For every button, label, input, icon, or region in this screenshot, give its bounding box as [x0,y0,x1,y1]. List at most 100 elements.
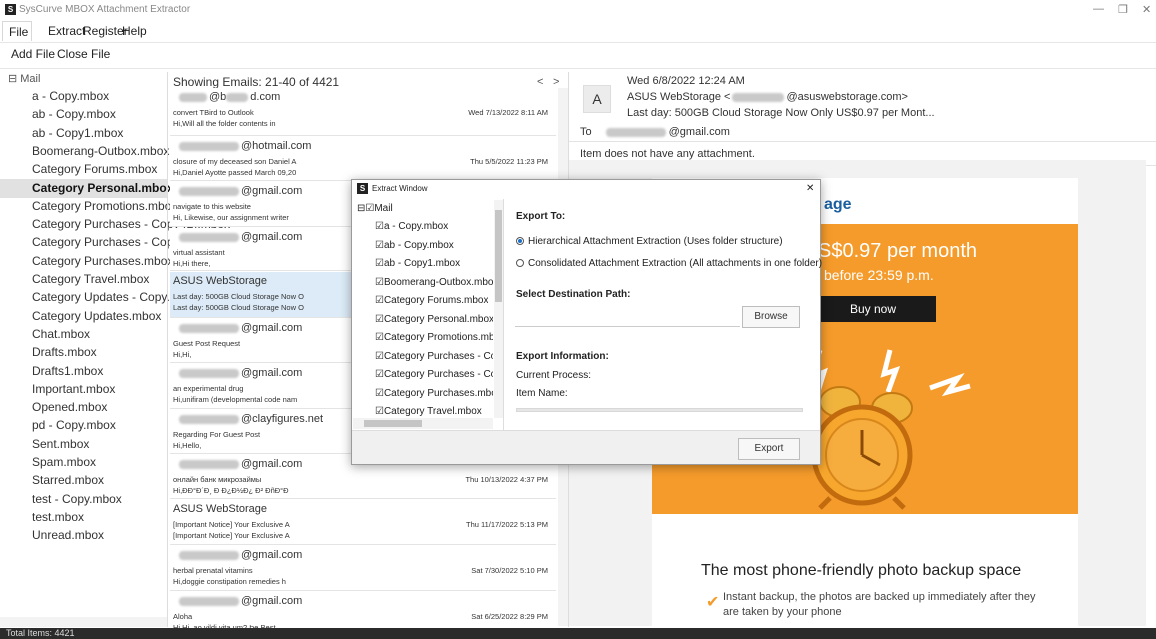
option-consolidated[interactable]: Consolidated Attachment Extraction (All … [516,258,822,269]
redacted-text [179,141,239,151]
close-file-button[interactable]: Close File [57,47,110,61]
email-preview: Hi,ÐÐ°Ð´Ð¸ Ð Ð¿Ð½Ð¿ Ð² ÐñÐ°Ð [173,486,289,495]
tree-item[interactable]: test.mbox [32,510,84,524]
email-subject: онлайн банк микрозаймы [173,475,262,484]
tree-item[interactable]: Drafts.mbox [32,345,97,359]
option-hierarchical[interactable]: Hierarchical Attachment Extraction (Uses… [516,236,783,247]
email-sender: @hotmail.com [173,140,311,152]
email-preview: Last day: 500GB Cloud Storage Now O [173,303,304,312]
menu-help[interactable]: Help [118,22,151,40]
dialog-tree-hscroll-thumb[interactable] [364,420,422,427]
buy-now-button[interactable]: Buy now [810,296,936,322]
destination-path-input[interactable] [515,326,740,327]
export-button[interactable]: Export [738,438,800,460]
menu-file[interactable]: File [5,23,32,41]
email-date: Sat 7/30/2022 5:10 PM [471,566,548,575]
email-row[interactable]: ASUS WebStorage [Important Notice] Your E… [170,500,556,545]
email-sender: @gmail.com [173,185,302,197]
email-preview: Hi, Likewise, our assignment writer [173,213,289,222]
radio-consolidated[interactable] [516,259,524,267]
email-row[interactable]: @gmail.com herbal prenatal vitamins Hi,dog… [170,546,556,591]
tree-item[interactable]: Chat.mbox [32,327,90,341]
tree-item[interactable]: Category Updates.mbox [32,309,161,323]
tree-item[interactable]: Category Forums.mbox [32,162,157,176]
redacted-text [179,92,207,102]
dialog-tree-item[interactable]: ☑ab - Copy1.mbox [375,258,460,269]
tree-item[interactable]: Sent.mbox [32,437,89,451]
tree-item[interactable]: Opened.mbox [32,400,107,414]
export-progress-bar [516,408,803,412]
next-page-button[interactable]: > [553,76,559,88]
option-hierarchical-label: Hierarchical Attachment Extraction (Uses… [528,236,783,247]
splitter-left[interactable] [167,72,168,627]
close-window-button[interactable]: ✕ [1142,3,1151,16]
sender-domain: @gmail.com [241,185,303,197]
tree-item[interactable]: Important.mbox [32,382,115,396]
email-preview: Hi,doggie constipation remedies h [173,577,286,586]
tree-item[interactable]: a - Copy.mbox [32,89,109,103]
dialog-tree-item[interactable]: ☑Category Purchases.mbox [375,388,493,399]
sender-name: ASUS WebStorage [173,503,267,515]
checkmark-icon: ✔ [706,594,720,611]
email-subject: Regarding For Guest Post [173,430,261,439]
tree-item[interactable]: pd - Copy.mbox [32,418,116,432]
sender-avatar: A [583,85,611,113]
email-date: Sat 6/25/2022 8:29 PM [471,612,548,621]
tree-item[interactable]: Boomerang-Outbox.mbox [32,144,169,158]
restore-button[interactable]: ❐ [1118,3,1128,16]
dialog-tree-item[interactable]: ☑a - Copy.mbox [375,221,448,232]
dialog-tree-item[interactable]: ☑Category Purchases - Copy [375,351,493,362]
tree-item[interactable]: Category Purchases.mbox [32,254,173,268]
tree-item[interactable]: Unread.mbox [32,528,104,542]
dialog-tree-item[interactable]: ☑Boomerang-Outbox.mbox [375,277,493,288]
sender-name: ASUS WebStorage [173,275,267,287]
dialog-tree-item[interactable]: ☑Category Promotions.mbox [375,332,493,343]
option-consolidated-label: Consolidated Attachment Extraction (All … [528,258,823,269]
tree-item[interactable]: Category Personal.mbox [0,178,173,198]
add-file-button[interactable]: Add File [11,47,55,61]
minimize-button[interactable]: — [1093,3,1104,15]
tree-item[interactable]: Spam.mbox [32,455,96,469]
tree-item[interactable]: Starred.mbox [32,473,104,487]
to-label: To [580,126,592,138]
dialog-tree-item[interactable]: ☑ab - Copy.mbox [375,240,454,251]
email-row[interactable]: @gmail.comAlohaHi,Hi ,ao vildi vita um? … [170,592,556,632]
email-row[interactable]: @hotmail.com closure of my deceased son D… [170,137,556,181]
email-preview: Hi,unifiram (developmental code nam [173,395,298,404]
redacted-text [226,92,249,102]
tree-item[interactable]: ab - Copy1.mbox [32,126,123,140]
radio-hierarchical[interactable] [516,237,524,245]
dialog-tree-item[interactable]: ☑Category Travel.mbox [375,406,482,417]
dialog-tree-item[interactable]: ☑Category Purchases - Copy. [375,369,493,380]
dialog-tree-item[interactable]: ☑Category Forums.mbox [375,295,488,306]
redacted-text [732,92,785,102]
from-domain: @asuswebstorage.com> [786,91,908,103]
email-preview: Hi,Daniel Ayotte passed March 09,20 [173,168,297,177]
email-preview: Hi,Hi, [173,350,192,359]
prev-page-button[interactable]: < [537,76,543,88]
dialog-tree-root[interactable]: ⊟☑Mail [357,203,393,214]
sender-domain: @gmail.com [241,458,303,470]
from-name: ASUS WebStorage < [627,91,731,103]
tree-item[interactable]: Drafts1.mbox [32,364,103,378]
sender-domain: @clayfigures.net [241,413,324,425]
redacted-text [179,368,239,378]
email-sender: @b d.com [173,91,280,103]
dialog-close-button[interactable]: ✕ [806,183,814,194]
promo-price: S$0.97 per month [818,240,977,262]
tree-root-mail[interactable]: ⊟ Mail [8,72,40,85]
browse-button[interactable]: Browse [742,306,800,328]
list-header: Showing Emails: 21-40 of 4421 [173,75,340,89]
tree-item[interactable]: ab - Copy.mbox [32,107,116,121]
tree-item[interactable]: test - Copy.mbox [32,492,122,506]
email-sender: @gmail.com [173,549,302,561]
tree-item[interactable]: Category Promotions.mbox [32,199,177,213]
tree-item[interactable]: Category Travel.mbox [32,272,149,286]
dialog-tree-scroll-thumb[interactable] [495,210,502,302]
email-row[interactable]: @b d.com convert TBird to Outlook Hi,Will a… [170,88,556,136]
tree-hscrollbar[interactable] [0,617,167,627]
sender-domain: @gmail.com [241,549,303,561]
redacted-text [605,127,666,137]
sender-domain: @gmail.com [241,595,303,607]
dialog-tree-item[interactable]: ☑Category Personal.mbox [375,314,493,325]
